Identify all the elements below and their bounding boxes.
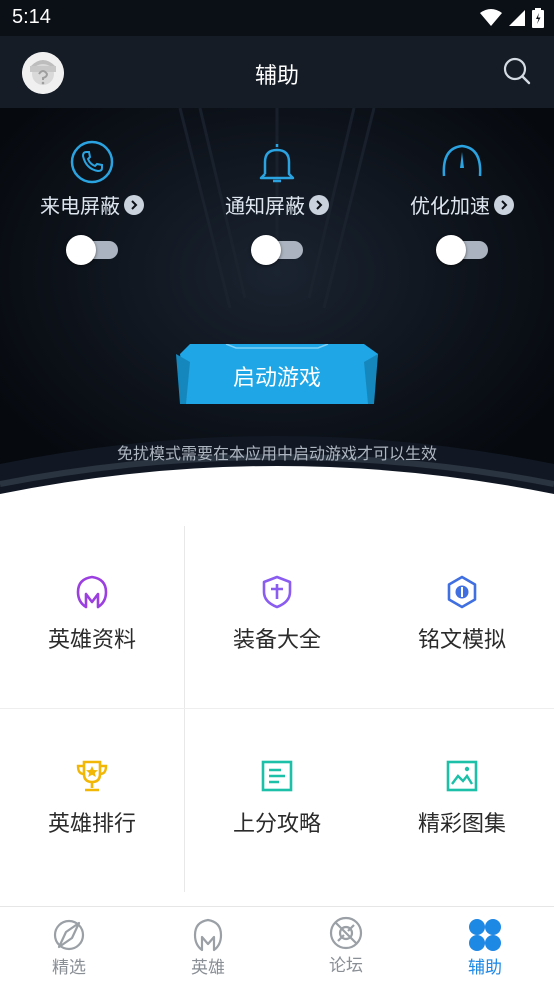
grid-item-rune-sim[interactable]: 铭文模拟 xyxy=(370,574,554,758)
chevron-right-icon xyxy=(124,194,144,215)
chevron-right-icon xyxy=(309,194,329,215)
helmet-icon xyxy=(193,918,223,952)
grid-item-equipment[interactable]: 装备大全 xyxy=(185,574,369,758)
shield-icon xyxy=(262,575,292,609)
gallery-icon xyxy=(446,760,478,792)
chevron-right-icon xyxy=(494,194,514,215)
feature-notification-block: 通知屏蔽 xyxy=(187,138,367,265)
hero-panel: 来电屏蔽 通知屏蔽 优化加速 启动游戏 免扰模式需要在本应用中启动游戏才可以生效 xyxy=(0,108,554,520)
grid-item-label: 精彩图集 xyxy=(417,812,506,837)
hero-mask-icon xyxy=(76,575,108,609)
grid-item-label: 装备大全 xyxy=(232,628,321,653)
feature-call-block: 来电屏蔽 xyxy=(2,138,182,265)
nav-label: 论坛 xyxy=(329,956,363,976)
search-icon[interactable] xyxy=(502,56,532,86)
nav-label: 英雄 xyxy=(191,958,225,978)
grid-item-label: 英雄资料 xyxy=(47,628,136,653)
status-bar: 5:14 xyxy=(0,0,554,36)
feature-label: 通知屏蔽 xyxy=(225,194,305,218)
tools-grid: 英雄资料 装备大全 铭文模拟 英雄排行 上分攻略 精彩图集 xyxy=(0,522,554,906)
feature-label: 优化加速 xyxy=(410,194,490,218)
feature-optimize-boost-link[interactable]: 优化加速 xyxy=(372,190,552,219)
grid-item-label: 铭文模拟 xyxy=(417,628,506,653)
wifi-icon xyxy=(480,9,502,26)
feature-label: 来电屏蔽 xyxy=(40,194,120,218)
grid-item-label: 上分攻略 xyxy=(232,812,321,837)
phone-icon xyxy=(70,140,114,184)
signal-icon xyxy=(509,10,525,26)
forum-icon xyxy=(329,916,363,950)
guide-icon xyxy=(261,760,293,792)
nav-item-heroes[interactable]: 英雄 xyxy=(163,917,253,978)
clover-icon xyxy=(469,919,501,951)
optimize-boost-toggle[interactable] xyxy=(436,233,488,265)
feature-notification-block-link[interactable]: 通知屏蔽 xyxy=(187,190,367,219)
nav-label: 精选 xyxy=(52,958,86,978)
notification-block-toggle[interactable] xyxy=(251,233,303,265)
feature-call-block-link[interactable]: 来电屏蔽 xyxy=(2,190,182,219)
grid-item-hero-info[interactable]: 英雄资料 xyxy=(0,574,184,758)
grid-item-label: 英雄排行 xyxy=(47,812,136,837)
nav-item-featured[interactable]: 精选 xyxy=(24,917,114,978)
compass-icon xyxy=(53,919,85,951)
nav-item-assist[interactable]: 辅助 xyxy=(440,917,530,978)
speedometer-icon xyxy=(442,144,482,177)
battery-icon xyxy=(532,8,544,28)
call-block-toggle[interactable] xyxy=(66,233,118,265)
hexagon-icon xyxy=(447,575,477,609)
launch-game-button[interactable]: 启动游戏 xyxy=(176,344,378,408)
feature-optimize-boost: 优化加速 xyxy=(372,138,552,265)
launch-label: 启动游戏 xyxy=(232,366,321,391)
nav-item-forum[interactable]: 论坛 xyxy=(301,915,391,976)
bottom-nav: 精选 英雄 论坛 辅助 xyxy=(0,906,554,985)
trophy-icon xyxy=(76,760,108,792)
bell-icon xyxy=(259,144,295,183)
page-title: 辅助 xyxy=(254,64,299,89)
hint-text: 免扰模式需要在本应用中启动游戏才可以生效 xyxy=(116,444,437,463)
nav-label: 辅助 xyxy=(468,958,502,978)
app-bar: 辅助 xyxy=(0,36,554,108)
status-time: 5:14 xyxy=(12,6,51,28)
